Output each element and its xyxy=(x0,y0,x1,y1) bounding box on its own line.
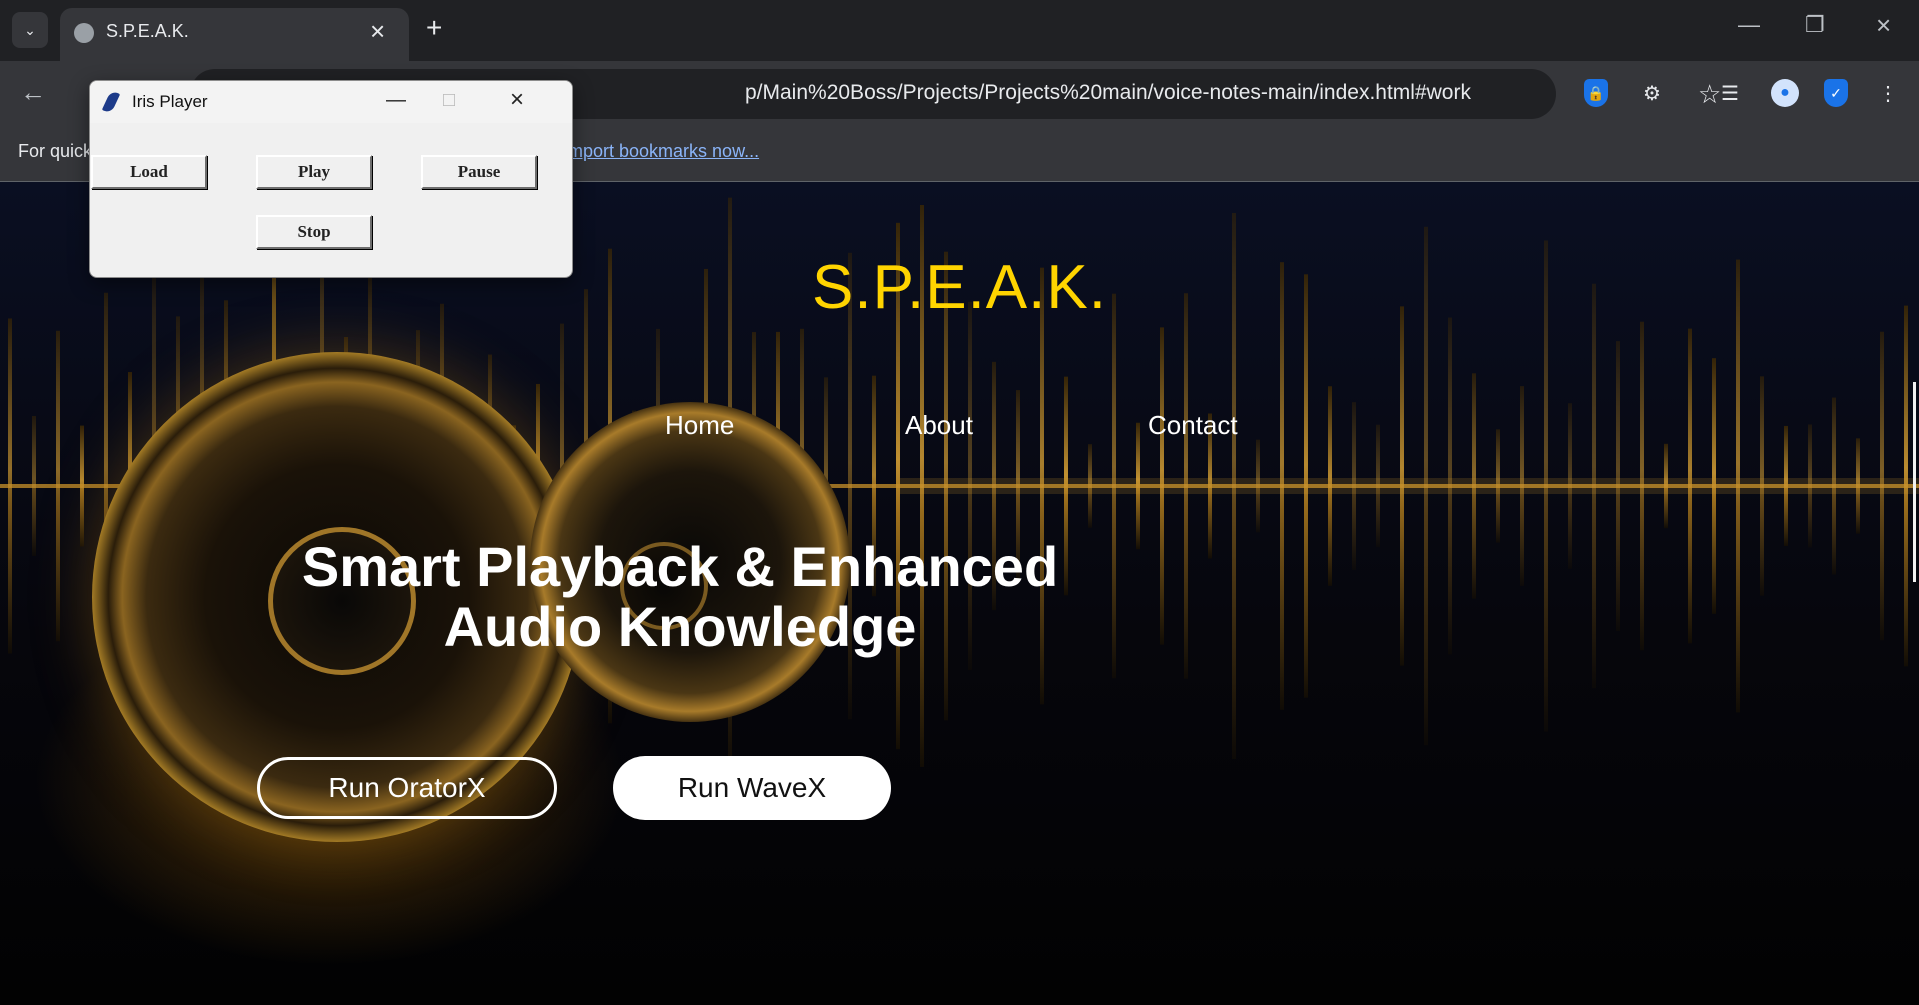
tab-strip: ⌄ S.P.E.A.K. × + — ❐ × xyxy=(0,0,1919,61)
more-vert-icon[interactable]: ⋮ xyxy=(1874,79,1902,107)
tab-search-icon[interactable]: ⌄ xyxy=(12,12,48,48)
bookmarks-hint: For quick xyxy=(18,141,93,161)
iris-player-window: Iris Player — □ × Load Play Pause Stop xyxy=(89,80,573,278)
hero-heading: Smart Playback & Enhanced Audio Knowledg… xyxy=(250,537,1110,657)
shield-check-icon[interactable]: ✓ xyxy=(1824,79,1848,107)
scrollbar[interactable] xyxy=(1913,382,1916,582)
pause-button[interactable]: Pause xyxy=(421,155,537,189)
hero-line-1: Smart Playback & Enhanced xyxy=(301,535,1059,598)
nav-contact[interactable]: Contact xyxy=(1148,410,1238,441)
nav-home[interactable]: Home xyxy=(665,410,734,441)
url-text[interactable]: p/Main%20Boss/Projects/Projects%20main/v… xyxy=(745,81,1471,105)
media-queue-icon[interactable]: ☰ xyxy=(1716,79,1744,107)
feather-icon xyxy=(101,89,121,115)
close-icon[interactable]: × xyxy=(370,18,385,44)
hero-line-2: Audio Knowledge xyxy=(443,595,917,658)
password-lock-icon[interactable]: 🔒 xyxy=(1584,79,1608,107)
iris-title: Iris Player xyxy=(132,92,208,111)
run-oratorx-button[interactable]: Run OratorX xyxy=(257,757,557,819)
iris-minimize-icon[interactable]: — xyxy=(386,89,406,111)
profile-icon[interactable]: ● xyxy=(1771,79,1799,107)
minimize-icon[interactable]: — xyxy=(1738,14,1760,36)
window-close-icon[interactable]: × xyxy=(1876,12,1891,38)
import-bookmarks-link[interactable]: mport bookmarks now... xyxy=(568,141,759,162)
nav-about[interactable]: About xyxy=(905,410,973,441)
iris-close-icon[interactable]: × xyxy=(510,88,524,112)
back-arrow-icon[interactable]: ← xyxy=(20,79,46,105)
extensions-icon[interactable]: ⚙ xyxy=(1638,79,1666,107)
load-button[interactable]: Load xyxy=(91,155,207,189)
iris-maximize-icon: □ xyxy=(443,89,456,111)
plus-icon[interactable]: + xyxy=(426,14,442,42)
run-wavex-button[interactable]: Run WaveX xyxy=(613,756,891,820)
tab-title: S.P.E.A.K. xyxy=(106,21,189,41)
web-page: S.P.E.A.K. Home About Contact Smart Play… xyxy=(0,182,1919,1005)
play-button[interactable]: Play xyxy=(256,155,372,189)
stop-button[interactable]: Stop xyxy=(256,215,372,249)
globe-icon xyxy=(74,23,94,43)
tab-active[interactable]: S.P.E.A.K. × xyxy=(60,8,409,61)
restore-icon[interactable]: ❐ xyxy=(1805,14,1825,36)
iris-titlebar[interactable]: Iris Player — □ × xyxy=(90,81,572,123)
